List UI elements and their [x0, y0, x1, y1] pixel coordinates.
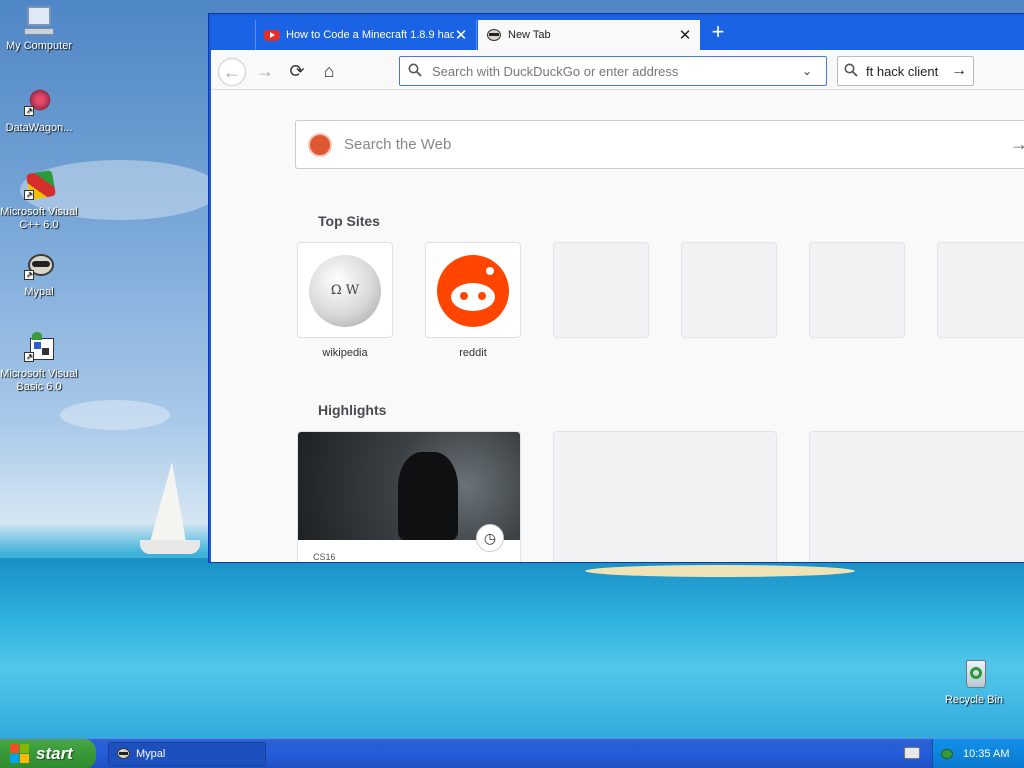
clock-icon: ◷ — [476, 524, 504, 552]
tab-bar: How to Code a Minecraft 1.8.9 hack clien… — [211, 16, 1024, 50]
new-tab-button[interactable]: + — [707, 20, 729, 46]
search-bar[interactable]: ft hack client → — [837, 56, 974, 86]
search-go-icon[interactable]: → — [951, 62, 967, 80]
visual-cpp-icon: ↗ — [22, 169, 57, 204]
desktop-icon-my-computer[interactable]: My Computer — [0, 4, 78, 53]
taskbar-item-label: Mypal — [136, 748, 166, 760]
top-site-tile-empty — [937, 242, 1024, 338]
search-icon — [408, 63, 424, 80]
highlight-source: CS16 — [313, 552, 336, 562]
desktop-icon-recycle-bin[interactable]: Recycle Bin — [935, 658, 1013, 707]
desktop-icon-mypal[interactable]: ↗ Mypal — [0, 250, 78, 299]
network-icon[interactable] — [941, 747, 955, 761]
taskbar: start Mypal 10:35 AM — [0, 738, 1024, 768]
wallpaper-cloud — [60, 400, 170, 430]
keyboard-icon[interactable] — [904, 747, 920, 759]
navigation-toolbar: ← → ⟳ ⌂ Search with DuckDuckGo or enter … — [211, 50, 1024, 90]
wallpaper-boat-hull — [140, 540, 200, 554]
highlight-card-empty — [553, 431, 777, 562]
top-site-tile-reddit[interactable] — [425, 242, 521, 338]
home-button[interactable]: ⌂ — [315, 58, 343, 86]
top-site-tile-empty — [553, 242, 649, 338]
desktop-icon-label: Mypal — [24, 286, 54, 298]
top-site-tile-wikipedia[interactable]: Ω W — [297, 242, 393, 338]
forward-button[interactable]: → — [251, 58, 279, 86]
url-bar-placeholder: Search with DuckDuckGo or enter address — [432, 63, 679, 79]
start-label: start — [36, 744, 73, 763]
taskbar-item-mypal[interactable]: Mypal — [108, 742, 266, 766]
wallpaper-island — [585, 565, 855, 577]
clock[interactable]: 10:35 AM — [963, 748, 1009, 760]
highlight-card[interactable]: ◷ CS16 — [297, 431, 521, 562]
web-search-placeholder: Search the Web — [344, 136, 452, 153]
youtube-icon — [264, 29, 280, 41]
tab-title: How to Code a Minecraft 1.8.9 hack clien… — [286, 29, 454, 41]
start-button[interactable]: start — [0, 739, 96, 768]
search-icon — [844, 63, 860, 80]
top-sites-title: Top Sites — [318, 213, 380, 229]
reload-button[interactable]: ⟳ — [283, 58, 311, 86]
top-site-label: reddit — [459, 347, 487, 359]
desktop-icon-label: DataWagon... — [5, 122, 73, 134]
my-computer-icon — [22, 4, 56, 38]
visual-basic-icon: ↗ — [22, 332, 56, 366]
desktop-icon-label: Microsoft Visual C++ 6.0 — [0, 206, 78, 231]
web-search-box[interactable]: Search the Web → — [295, 120, 1024, 169]
windows-flag-icon — [10, 744, 30, 764]
recycle-bin-icon — [957, 658, 991, 692]
datawagon-icon: ↗ — [22, 86, 56, 120]
highlights-title: Highlights — [318, 402, 387, 418]
top-site-tile-empty — [681, 242, 777, 338]
desktop-icon-label: Recycle Bin — [944, 694, 1004, 706]
url-bar[interactable]: Search with DuckDuckGo or enter address … — [399, 56, 827, 86]
wikipedia-icon: Ω W — [309, 255, 381, 327]
highlight-image-figure — [398, 452, 458, 540]
tab-close-icon[interactable]: ✕ — [678, 26, 692, 44]
wallpaper-boat-sail — [150, 462, 186, 542]
desktop-icon-visual-cpp[interactable]: ↗ Microsoft Visual C++ 6.0 — [0, 169, 78, 232]
mypal-icon — [486, 27, 502, 43]
search-bar-value: ft hack client — [866, 63, 939, 79]
desktop-icon-datawagon[interactable]: ↗ DataWagon... — [0, 86, 78, 135]
tab-youtube-video[interactable]: How to Code a Minecraft 1.8.9 hack clien… — [255, 20, 477, 50]
duckduckgo-icon — [308, 132, 332, 157]
wallpaper-sea — [0, 558, 1024, 740]
reddit-icon — [437, 255, 509, 327]
back-button[interactable]: ← — [218, 58, 246, 86]
new-tab-page: Search the Web → Top Sites Ω W wikipedia… — [211, 91, 1024, 562]
tab-new-tab[interactable]: New Tab ✕ — [478, 20, 700, 50]
mypal-icon — [117, 747, 131, 761]
desktop-icon-visual-basic[interactable]: ↗ Microsoft Visual Basic 6.0 — [0, 332, 78, 394]
mypal-icon: ↗ — [22, 250, 56, 284]
highlight-card-empty — [809, 431, 1024, 562]
tab-close-icon[interactable]: ✕ — [454, 26, 468, 44]
web-search-submit-icon[interactable]: → — [1010, 134, 1024, 155]
desktop-icon-label: Microsoft Visual Basic 6.0 — [0, 368, 78, 393]
tab-title: New Tab — [508, 29, 551, 41]
chevron-down-icon[interactable]: ⌄ — [802, 64, 818, 78]
top-site-label: wikipedia — [322, 347, 368, 359]
system-tray: 10:35 AM — [932, 739, 1024, 768]
top-site-tile-empty — [809, 242, 905, 338]
browser-window: How to Code a Minecraft 1.8.9 hack clien… — [209, 14, 1024, 562]
desktop-icon-label: My Computer — [5, 40, 73, 52]
